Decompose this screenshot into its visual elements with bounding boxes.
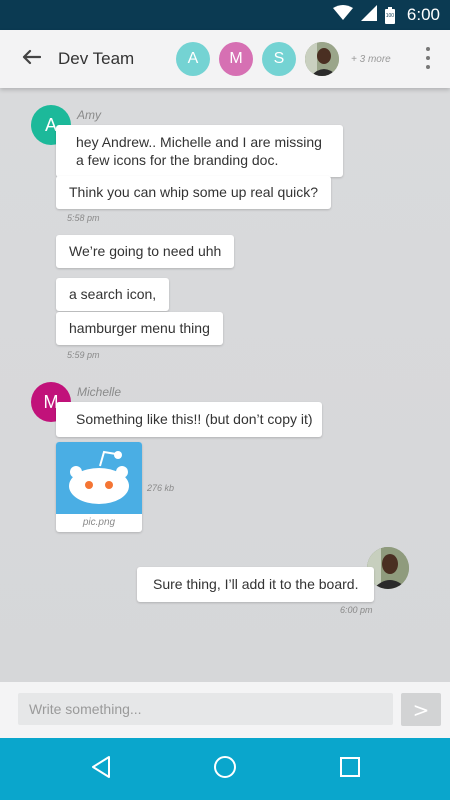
message-bubble: hamburger menu thing bbox=[56, 312, 223, 345]
overflow-menu-button[interactable] bbox=[424, 47, 432, 69]
send-button[interactable]: > bbox=[401, 693, 441, 726]
message-input[interactable] bbox=[18, 693, 393, 725]
battery-level: 100 bbox=[385, 12, 395, 19]
sender-name-amy: Amy bbox=[77, 108, 101, 122]
battery-icon: 100 bbox=[384, 6, 395, 24]
member-avatar-m[interactable]: M bbox=[219, 42, 253, 76]
wifi-icon bbox=[332, 4, 353, 26]
nav-home-button[interactable] bbox=[211, 755, 239, 783]
attachment-file-name: pic.png bbox=[82, 517, 116, 528]
app-bar: Dev Team A M S + 3 more bbox=[0, 30, 450, 88]
dot bbox=[426, 47, 430, 51]
message-text: Sure thing, I’ll add it to the board. bbox=[153, 576, 359, 592]
dot bbox=[426, 65, 430, 69]
member-avatar-photo[interactable] bbox=[305, 42, 339, 76]
message-bubble: a search icon, bbox=[56, 278, 170, 311]
member-avatars[interactable]: A M S + 3 more bbox=[176, 41, 391, 77]
back-button[interactable] bbox=[18, 47, 44, 71]
dot bbox=[426, 56, 430, 60]
timestamp: 5:58 pm bbox=[67, 213, 100, 223]
message-text: hey Andrew.. Michelle and I are missing bbox=[76, 134, 322, 150]
navigation-bar bbox=[0, 738, 450, 800]
composer: > bbox=[0, 682, 450, 738]
message-text: We’re going to need uhh bbox=[69, 243, 222, 259]
status-bar: 100 6:00 bbox=[0, 0, 450, 30]
message-text: Something like this!! (but don’t copy it… bbox=[76, 411, 313, 427]
timestamp: 5:59 pm bbox=[67, 350, 100, 360]
message-bubble: We’re going to need uhh bbox=[56, 235, 235, 268]
triangle-back-icon bbox=[90, 755, 112, 784]
arrow-left-icon bbox=[21, 49, 42, 70]
status-time: 6:00 bbox=[406, 5, 440, 24]
timestamp: 6:00 pm bbox=[340, 605, 373, 615]
member-avatar-s[interactable]: S bbox=[262, 42, 296, 76]
message-text: a few icons for the branding doc. bbox=[76, 152, 279, 168]
status-icons: 100 6:00 bbox=[332, 0, 440, 30]
message-bubble: Think you can whip some up real quick? bbox=[56, 176, 332, 209]
message-bubble: Sure thing, I’ll add it to the board. bbox=[137, 567, 375, 602]
image-attachment[interactable]: pic.png bbox=[56, 442, 142, 532]
message-text: a search icon, bbox=[69, 286, 157, 302]
nav-recents-button[interactable] bbox=[336, 755, 364, 783]
circle-home-icon bbox=[213, 755, 237, 784]
nav-back-button[interactable] bbox=[87, 755, 115, 783]
sender-name-michelle: Michelle bbox=[77, 385, 122, 399]
attachment-file-size: 276 kb bbox=[147, 483, 175, 493]
more-members-label[interactable]: + 3 more bbox=[351, 54, 391, 65]
chat-title: Dev Team bbox=[58, 49, 135, 68]
member-avatar-a[interactable]: A bbox=[176, 42, 210, 76]
signal-icon bbox=[360, 4, 377, 26]
message-list[interactable]: A Amy hey Andrew.. Michelle and I are mi… bbox=[0, 88, 450, 682]
message-text: Think you can whip some up real quick? bbox=[69, 184, 319, 200]
message-text: hamburger menu thing bbox=[69, 320, 210, 336]
message-bubble: hey Andrew.. Michelle and I are missing … bbox=[56, 125, 343, 177]
square-recents-icon bbox=[339, 756, 361, 783]
send-icon: > bbox=[412, 697, 430, 722]
message-bubble: Something like this!! (but don’t copy it… bbox=[56, 402, 322, 437]
attachment-thumbnail bbox=[56, 442, 142, 514]
